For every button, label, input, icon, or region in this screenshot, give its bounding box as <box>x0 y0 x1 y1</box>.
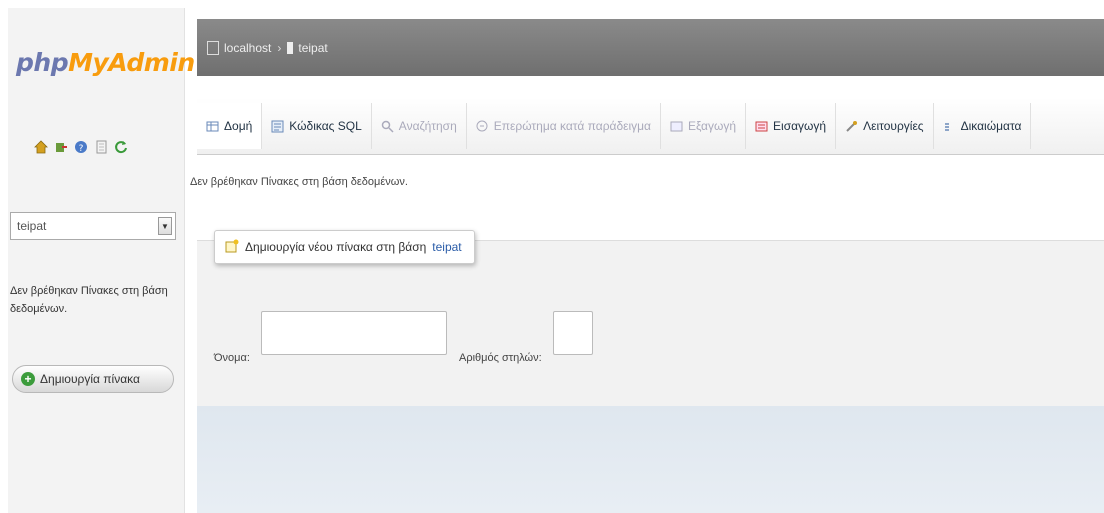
create-table-button[interactable]: + Δημιουργία πίνακα <box>12 365 174 393</box>
table-name-label: Όνομα: <box>214 352 250 364</box>
tab-query-label: Επερώτημα κατά παράδειγμα <box>493 119 651 133</box>
main-tabs: Δομή Κώδικας SQL Αναζήτηση Επερώτημα κατ… <box>197 98 1104 155</box>
tab-structure[interactable]: Δομή <box>197 103 263 149</box>
tab-operations[interactable]: Λειτουργίες <box>836 103 934 149</box>
structure-icon <box>206 120 219 133</box>
database-icon <box>287 41 294 54</box>
new-table-icon <box>225 239 239 256</box>
privileges-icon <box>943 120 956 133</box>
query-icon <box>476 120 489 133</box>
tab-sql[interactable]: Κώδικας SQL <box>262 103 372 149</box>
breadcrumb-database[interactable]: teipat <box>298 41 327 55</box>
sidebar-no-tables-message: Δεν βρέθηκαν Πίνακες στη βάση δεδομένων. <box>10 285 168 315</box>
tab-import-label: Εισαγωγή <box>773 119 827 133</box>
tab-import[interactable]: Εισαγωγή <box>746 103 837 149</box>
tab-privileges-label: Δικαιώματα <box>960 119 1022 133</box>
svg-text:?: ? <box>79 144 84 154</box>
table-name-input[interactable] <box>261 311 447 355</box>
database-select[interactable]: teipat ▼ <box>10 212 176 240</box>
tab-structure-label: Δομή <box>224 119 253 133</box>
import-icon <box>755 120 768 133</box>
server-icon <box>207 40 219 55</box>
sql-icon <box>271 120 284 133</box>
create-table-footer <box>197 406 1104 513</box>
database-select-value: teipat <box>17 219 47 233</box>
phpmyadmin-logo[interactable]: phpMyAdmin <box>16 48 195 77</box>
home-icon[interactable] <box>34 140 48 154</box>
tab-search[interactable]: Αναζήτηση <box>372 103 467 149</box>
help-icon[interactable]: ? <box>74 140 88 154</box>
tab-sql-label: Κώδικας SQL <box>289 119 362 133</box>
breadcrumb: localhost › teipat <box>197 19 1104 76</box>
no-tables-message: Δεν βρέθηκαν Πίνακες στη βάση δεδομένων. <box>190 176 408 188</box>
sidebar-nav-icons: ? <box>34 137 128 157</box>
create-table-legend: Δημιουργία νέου πίνακα στη βάση teipat <box>214 230 475 264</box>
tab-search-label: Αναζήτηση <box>398 119 457 133</box>
tab-privileges[interactable]: Δικαιώματα <box>934 103 1032 149</box>
exit-icon[interactable] <box>54 140 68 154</box>
search-icon <box>381 120 394 133</box>
plus-icon: + <box>21 372 35 386</box>
tab-operations-label: Λειτουργίες <box>863 119 924 133</box>
export-icon <box>670 120 683 133</box>
tab-export-label: Εξαγωγή <box>688 119 737 133</box>
tab-query[interactable]: Επερώτημα κατά παράδειγμα <box>467 103 661 149</box>
create-table-button-label: Δημιουργία πίνακα <box>40 372 140 386</box>
operations-icon <box>845 120 858 133</box>
docs-icon[interactable] <box>94 140 108 154</box>
chevron-down-icon[interactable]: ▼ <box>158 217 172 235</box>
tab-export[interactable]: Εξαγωγή <box>661 103 747 149</box>
create-legend-text: Δημιουργία νέου πίνακα στη βάση <box>245 240 427 254</box>
navigation-sidebar <box>8 8 185 513</box>
columns-count-label: Αριθμός στηλών: <box>459 352 542 364</box>
breadcrumb-server[interactable]: localhost <box>224 41 271 55</box>
columns-count-input[interactable] <box>553 311 593 355</box>
breadcrumb-separator-icon: › <box>277 40 282 55</box>
create-legend-db: teipat <box>432 240 462 254</box>
reload-icon[interactable] <box>114 140 128 154</box>
